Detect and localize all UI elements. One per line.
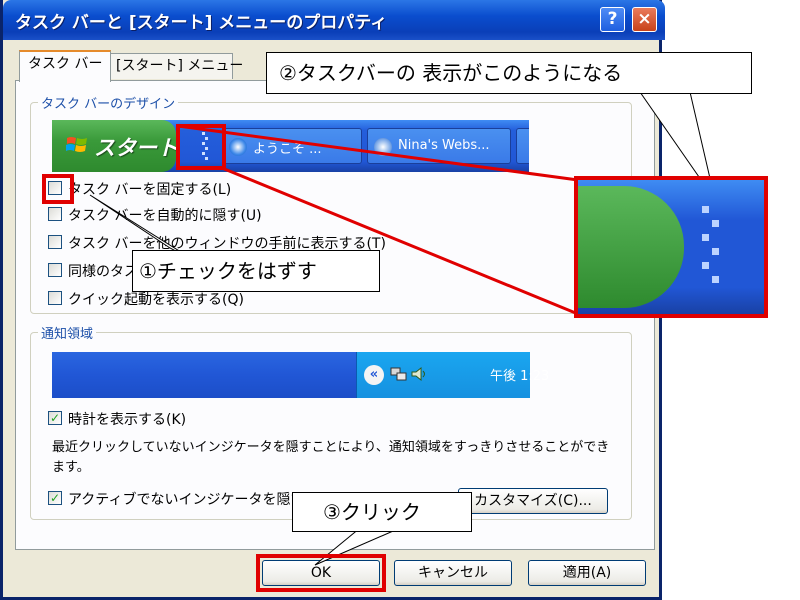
highlight-checkbox bbox=[42, 174, 74, 204]
callout-step2: ②タスクバーの 表示がこのようになる bbox=[266, 52, 752, 94]
highlight-zoom bbox=[574, 176, 768, 318]
highlight-ok bbox=[256, 554, 386, 592]
tab-taskbar[interactable]: タスク バー bbox=[19, 50, 112, 82]
zoom-line-bottom bbox=[221, 166, 579, 316]
callout-step1: ①チェックをはずす bbox=[132, 250, 380, 292]
zoom-line-top bbox=[177, 124, 579, 182]
callout-step3: ③クリック bbox=[292, 492, 472, 532]
highlight-grip bbox=[176, 124, 226, 170]
